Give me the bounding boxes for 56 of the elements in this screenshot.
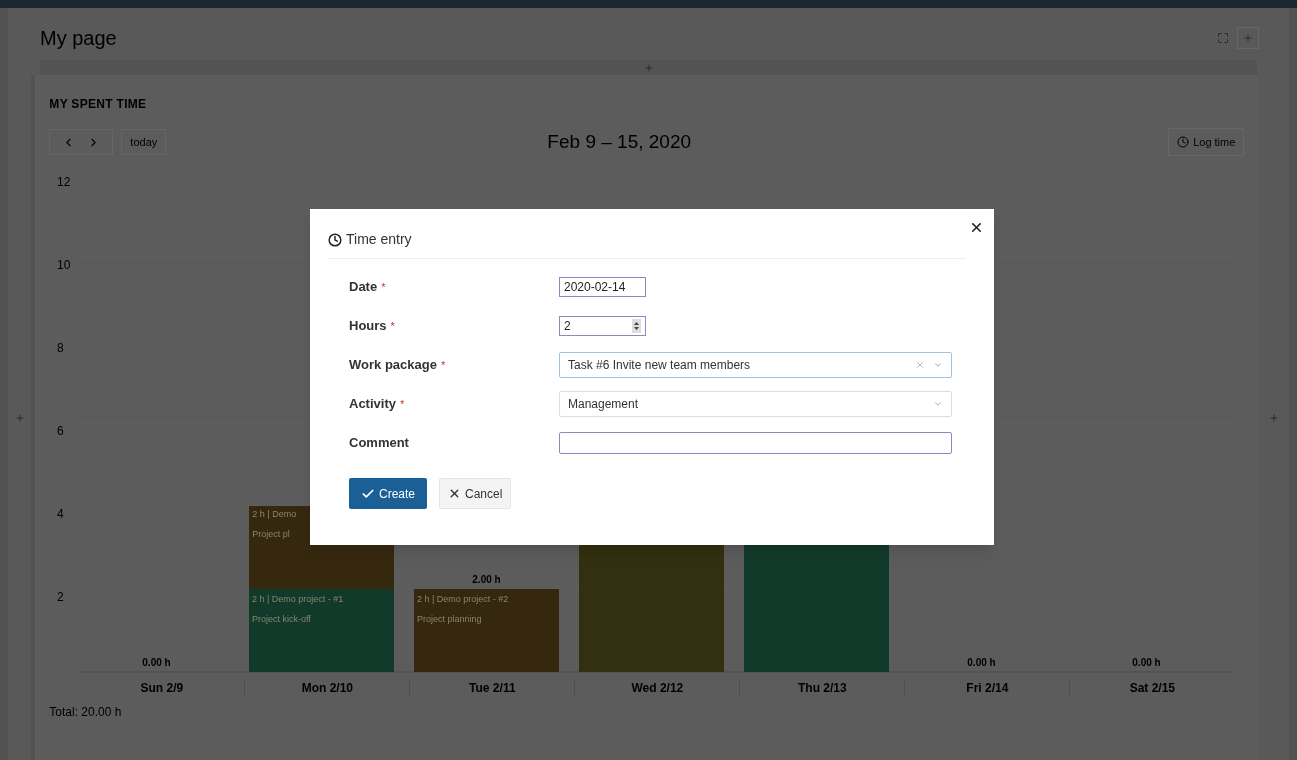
bar-segment-label: Project kick-off [252, 614, 312, 624]
x-axis-label: Fri 2/14 [966, 680, 1009, 697]
field-label: Date [349, 277, 378, 296]
required-marker: * [440, 357, 446, 373]
clock-icon [1177, 136, 1190, 148]
bar-segment-label: Project pl [252, 529, 291, 540]
required-marker: * [390, 318, 395, 334]
x-axis-label: Mon 2/10 [301, 680, 353, 697]
required-marker: * [399, 396, 405, 412]
bar-segment-label: 2 h | Demo [252, 509, 297, 520]
dialog-title: Time entry [346, 230, 412, 249]
field-label: Activity [349, 394, 396, 413]
hours-field[interactable]: 2 [559, 315, 646, 336]
close-icon[interactable] [969, 220, 984, 235]
y-tick-label: 4 [57, 507, 65, 521]
cancel-button[interactable]: Cancel [439, 478, 512, 509]
comment-field[interactable] [559, 431, 952, 454]
x-axis-label: Sat 2/15 [1129, 680, 1176, 697]
x-axis-label: Wed 2/12 [631, 680, 684, 697]
fullscreen-icon[interactable] [1217, 32, 1229, 44]
y-tick-label: 6 [57, 424, 65, 438]
bar-segment-label: Project planning [417, 614, 482, 624]
value-label: 2.00 h [472, 574, 501, 585]
date-field[interactable]: 2020-02-14 [559, 276, 646, 297]
date-range-title: Feb 9 – 15, 2020 [546, 129, 693, 154]
bar-segment-label: 2 h | Demo project - #2 [417, 594, 509, 604]
select-field[interactable]: Management [559, 390, 952, 417]
field-label: Comment [349, 433, 409, 452]
nav-button-group[interactable] [49, 129, 114, 155]
clear-icon[interactable] [915, 359, 925, 370]
bar-segment-label: 2 h | Demo project - #1 [252, 594, 344, 604]
add-icon[interactable] [14, 412, 25, 423]
clock-icon [328, 232, 342, 247]
y-tick-label: 2 [57, 590, 65, 604]
widget-title: MY SPENT TIME [49, 96, 148, 113]
required-marker: * [381, 279, 386, 295]
y-tick-label: 12 [57, 175, 71, 189]
y-tick-label: 10 [57, 258, 71, 272]
x-axis-label: Sun 2/9 [140, 680, 184, 697]
value-label: 0.00 h [967, 657, 996, 668]
x-axis-label: Tue 2/11 [469, 680, 516, 697]
field-label: Work package [349, 355, 437, 374]
add-icon[interactable] [643, 62, 654, 73]
field-label: Hours [349, 316, 387, 335]
plus-icon [1242, 32, 1254, 44]
add-icon[interactable] [1268, 412, 1279, 423]
value-label: 0.00 h [1132, 657, 1161, 668]
page-title: My page [40, 26, 117, 51]
create-button[interactable]: Create [349, 478, 428, 509]
y-tick-label: 8 [57, 341, 65, 355]
value-label: 0.00 h [142, 657, 171, 668]
add-button[interactable] [1237, 27, 1259, 49]
total-label: Total: 20.00 h [49, 704, 123, 721]
x-axis-label: Thu 2/13 [798, 680, 847, 697]
select-field[interactable]: Task #6 Invite new team members [559, 351, 952, 378]
spinner-icon[interactable] [632, 318, 641, 333]
